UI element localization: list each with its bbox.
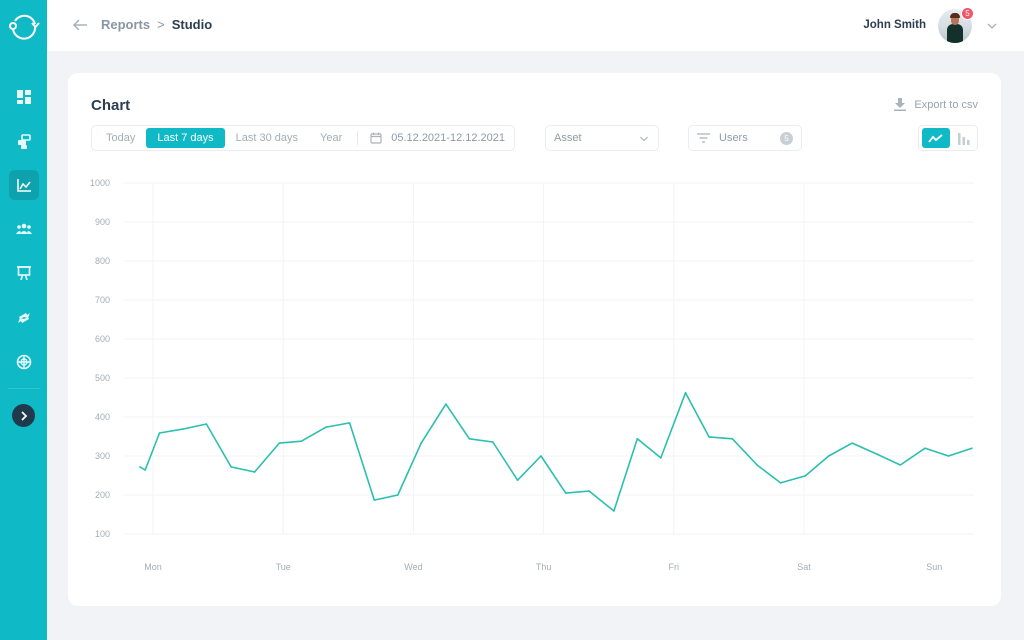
sidebar-item-reports[interactable]	[9, 170, 39, 200]
sidebar-item-assets[interactable]	[9, 127, 39, 157]
sidebar	[0, 0, 47, 640]
x-tick-label: Thu	[536, 562, 552, 572]
chevron-down-icon[interactable]	[986, 20, 998, 32]
sidebar-divider	[8, 388, 40, 389]
user-name[interactable]: John Smith	[863, 19, 926, 31]
line-chart: 1000 900 800 700 600 500 400 300 200 100 Mon Tue We…	[90, 178, 974, 572]
data-point	[636, 438, 639, 440]
data-point	[139, 466, 141, 468]
data-point	[540, 455, 542, 457]
x-tick-label: Wed	[404, 562, 422, 572]
y-tick-label: 200	[95, 490, 110, 500]
dashboard-icon	[17, 90, 31, 104]
data-point	[468, 438, 471, 440]
data-point	[779, 482, 782, 484]
data-point	[827, 455, 830, 457]
data-point	[659, 457, 662, 459]
data-point	[851, 442, 853, 444]
breadcrumb-reports[interactable]: Reports	[101, 17, 150, 32]
presentation-icon	[17, 266, 31, 281]
data-point	[756, 464, 758, 466]
data-point	[684, 392, 687, 394]
x-tick-label: Sun	[926, 562, 942, 572]
sync-loop-logo-icon	[8, 14, 40, 40]
data-point	[588, 490, 590, 492]
modules-icon	[18, 134, 31, 149]
series-line	[139, 391, 973, 512]
data-point	[731, 438, 734, 440]
y-tick-label: 1000	[90, 178, 110, 188]
y-tick-label: 100	[95, 529, 110, 539]
data-point	[876, 453, 878, 455]
data-point	[205, 423, 208, 425]
y-tick-label: 500	[95, 373, 110, 383]
notification-badge: 5	[961, 7, 974, 20]
y-tick-label: 700	[95, 295, 110, 305]
sidebar-item-presentations[interactable]	[9, 258, 39, 288]
x-tick-label: Tue	[276, 562, 291, 572]
data-point	[144, 469, 146, 471]
sidebar-item-users[interactable]	[9, 214, 39, 244]
data-point	[708, 436, 710, 438]
data-point	[971, 447, 973, 450]
data-point	[420, 442, 423, 444]
y-tick-label: 600	[95, 334, 110, 344]
data-point	[947, 455, 950, 457]
data-point	[158, 432, 161, 434]
line-chart-icon	[17, 179, 31, 192]
y-tick-label: 400	[95, 412, 110, 422]
y-tick-label: 900	[95, 217, 110, 227]
sidebar-item-dashboard[interactable]	[9, 82, 39, 112]
data-point	[924, 447, 926, 450]
chart-card: Chart Export to csv Today Last 7 days La…	[68, 73, 1001, 606]
data-point	[278, 442, 281, 444]
data-point	[613, 510, 615, 512]
data-point	[182, 428, 184, 430]
globe-icon	[16, 354, 32, 370]
data-point	[899, 464, 902, 466]
data-point	[516, 479, 519, 481]
data-point	[492, 441, 494, 443]
x-tick-label: Sat	[797, 562, 811, 572]
breadcrumb-separator: >	[157, 17, 165, 32]
data-point	[230, 466, 232, 468]
arrow-left-icon[interactable]	[71, 16, 89, 34]
data-point	[253, 471, 256, 473]
data-point	[300, 440, 303, 442]
y-tick-label: 800	[95, 256, 110, 266]
x-tick-label: Mon	[144, 562, 162, 572]
breadcrumb: Reports > Studio	[101, 17, 212, 32]
top-bar: Reports > Studio John Smith 5	[47, 0, 1024, 51]
data-point	[445, 403, 447, 405]
data-point	[325, 426, 327, 428]
data-point	[348, 422, 351, 424]
logo[interactable]	[0, 0, 47, 51]
x-tick-label: Fri	[669, 562, 680, 572]
transfer-icon	[18, 313, 30, 323]
data-point	[564, 492, 567, 494]
users-icon	[16, 223, 32, 234]
sidebar-item-global[interactable]	[9, 347, 39, 377]
sidebar-expand-button[interactable]	[12, 404, 35, 427]
data-point	[396, 494, 399, 496]
data-point	[373, 499, 376, 501]
breadcrumb-studio: Studio	[171, 17, 213, 32]
chevron-right-icon	[20, 410, 27, 421]
sidebar-item-transfers[interactable]	[9, 303, 39, 333]
y-tick-label: 300	[95, 451, 110, 461]
data-point	[804, 475, 807, 477]
